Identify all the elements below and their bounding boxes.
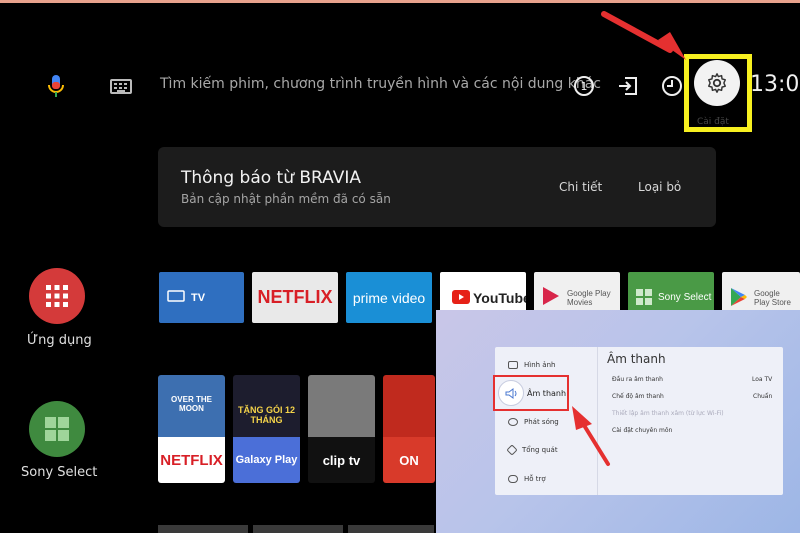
broadcast-icon xyxy=(508,418,518,426)
dismiss-button[interactable]: Loại bỏ xyxy=(638,180,681,194)
sony-select-button[interactable] xyxy=(29,401,85,457)
keyboard-icon[interactable] xyxy=(110,79,132,94)
menu-item-broadcast[interactable]: Phát sóng xyxy=(508,418,559,426)
app-tile-label: prime video xyxy=(352,289,426,306)
wrench-icon xyxy=(506,444,518,456)
poster-brand: clip tv xyxy=(308,437,375,483)
menu-item-label: Phát sóng xyxy=(524,418,559,426)
app-tile-tv[interactable]: TV xyxy=(159,272,244,323)
cloud-icon xyxy=(508,475,518,483)
clock: 13:00 xyxy=(750,72,800,97)
settings-row-wifi-sound: Thiết lập âm thanh xâm (từ lực Wi-Fi) xyxy=(612,410,724,417)
poster-art xyxy=(383,375,435,437)
red-arrow-icon xyxy=(601,11,686,60)
top-edge-line xyxy=(0,0,800,3)
notification-count-icon[interactable]: 1 xyxy=(572,74,596,98)
details-button[interactable]: Chi tiết xyxy=(559,180,602,194)
poster-caption: OVER THE MOON xyxy=(171,395,212,413)
panel-title: Âm thanh xyxy=(607,352,666,366)
notification-count: 1 xyxy=(581,80,588,93)
sound-highlight-box xyxy=(493,375,569,411)
input-icon[interactable] xyxy=(616,74,640,98)
red-arrow-icon xyxy=(572,406,610,466)
menu-item-label: Hình ảnh xyxy=(524,361,556,369)
menu-item-label: Hỗ trợ xyxy=(524,475,546,483)
settings-row-sound-mode[interactable]: Chế độ âm thanh xyxy=(612,393,664,400)
app-tile-netflix[interactable]: NETFLIX xyxy=(252,272,338,323)
mic-icon[interactable] xyxy=(46,74,66,98)
row-value: Loa TV xyxy=(752,376,773,383)
next-row-preview xyxy=(158,525,248,533)
menu-item-general[interactable]: Tổng quát xyxy=(506,444,558,456)
row-value: Chuẩn xyxy=(753,393,773,400)
apps-button[interactable] xyxy=(29,268,85,324)
settings-row-expert[interactable]: Cài đặt chuyên môn xyxy=(612,427,672,434)
content-card-clip-tv[interactable]: clip tv xyxy=(308,375,375,483)
apps-label: Ứng dụng xyxy=(27,333,92,348)
poster-brand: Galaxy Play xyxy=(233,437,300,483)
notification-subtitle: Bản cập nhật phần mềm đã có sẵn xyxy=(181,192,391,206)
row-label: Đầu ra âm thanh xyxy=(612,376,663,383)
menu-item-label: Tổng quát xyxy=(522,446,558,454)
search-input[interactable]: Tìm kiếm phim, chương trình truyền hình … xyxy=(160,76,601,92)
poster-art xyxy=(308,375,375,437)
menu-item-support[interactable]: Hỗ trợ xyxy=(508,475,546,483)
tv-icon xyxy=(167,290,185,302)
app-tile-prime-video[interactable]: prime video xyxy=(346,272,432,323)
content-card-netflix[interactable]: OVER THE MOON NETFLIX xyxy=(158,375,225,483)
sony-select-label: Sony Select xyxy=(21,465,98,480)
row-label: Chế độ âm thanh xyxy=(612,393,664,400)
settings-row-output[interactable]: Đầu ra âm thanh xyxy=(612,376,663,383)
notification-title: Thông báo từ BRAVIA xyxy=(181,168,361,188)
timer-icon[interactable] xyxy=(660,74,684,98)
sony-select-icon xyxy=(45,417,69,441)
content-card-on[interactable]: ON xyxy=(383,375,435,483)
next-row-preview xyxy=(253,525,343,533)
poster-brand: NETFLIX xyxy=(158,437,225,483)
row-label: Cài đặt chuyên môn xyxy=(612,427,673,434)
app-tile-label: NETFLIX xyxy=(257,287,333,307)
row-label: Thiết lập âm thanh xâm (từ lực Wi-Fi) xyxy=(612,410,724,417)
menu-item-picture[interactable]: Hình ảnh xyxy=(508,361,555,369)
next-row-preview xyxy=(348,525,434,533)
poster-caption: TẶNG GÓI 12 THÁNG xyxy=(237,405,295,425)
apps-grid-icon xyxy=(46,285,68,307)
content-card-galaxy-play[interactable]: TẶNG GÓI 12 THÁNG Galaxy Play xyxy=(233,375,300,483)
poster-brand: ON xyxy=(383,437,435,483)
picture-icon xyxy=(508,361,518,369)
